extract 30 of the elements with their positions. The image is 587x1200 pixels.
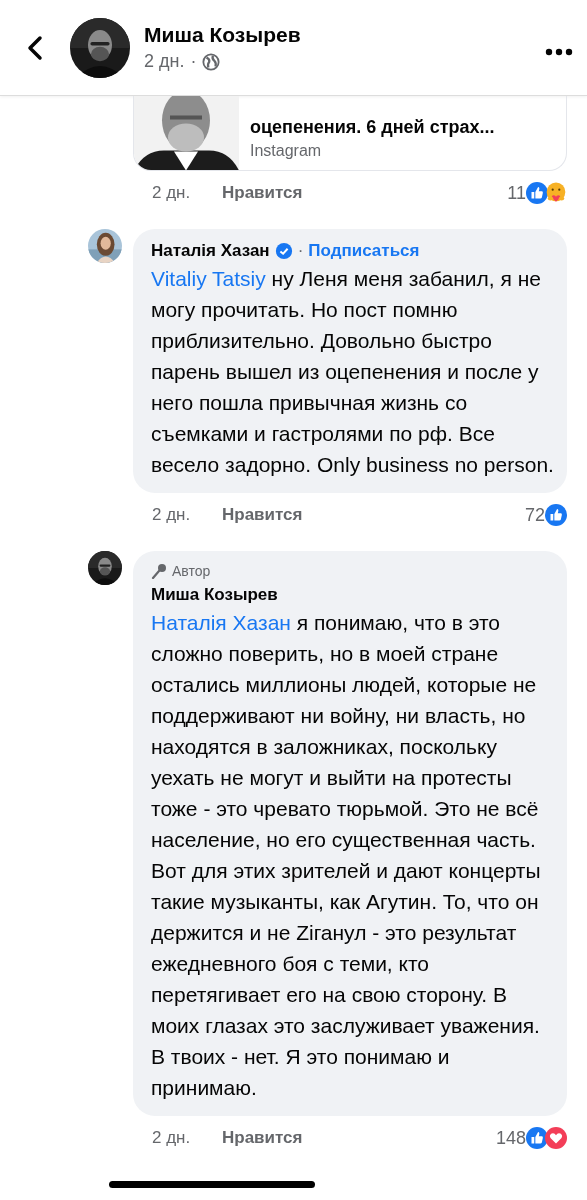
hugging-face-icon — [545, 182, 567, 204]
separator-dot: · — [297, 241, 304, 261]
link-preview-card[interactable]: оцепенения. 6 дней страх... Instagram — [133, 96, 567, 171]
comment-time: 2 дн. — [152, 505, 192, 525]
microphone-icon — [151, 563, 167, 579]
thumbs-up-icon — [526, 182, 548, 204]
post-time: 2 дн. — [144, 51, 185, 72]
separator-dot: · — [190, 51, 197, 72]
like-link[interactable]: Нравится — [222, 183, 303, 203]
mention-link[interactable]: Vitaliy Tatsiy — [151, 267, 266, 290]
thumbs-up-icon — [526, 1127, 548, 1149]
like-link[interactable]: Нравится — [222, 505, 303, 525]
mention-link[interactable]: Наталія Хазан — [151, 611, 291, 634]
author-label: Автор — [172, 563, 211, 579]
reaction-count: 72 — [524, 504, 545, 526]
comment-time: 2 дн. — [152, 183, 192, 203]
follow-link[interactable]: Подписаться — [308, 241, 420, 261]
commenter-name[interactable]: Наталія Хазан — [151, 241, 270, 261]
comment-text: Vitaliy Tatsiy ну Леня меня забанил, я не могу прочитать. Но пост помню приблизительно. Довольно быстро парень вышел из оцепенения и после у него пошла привычная жизнь со съемками и гастролями по рф. Все весело задорно. Only business no person. — [151, 266, 555, 478]
comment-time: 2 дн. — [152, 1128, 192, 1148]
reaction-count: 148 — [495, 1127, 526, 1149]
link-title: оцепенения. 6 дней страх... — [250, 117, 495, 138]
author-name[interactable]: Миша Козырев — [144, 23, 545, 47]
reaction-count: 11 — [507, 182, 526, 204]
link-source: Instagram — [250, 142, 323, 160]
thumbs-up-icon — [545, 504, 567, 526]
like-link[interactable]: Нравится — [222, 1128, 303, 1148]
commenter-name[interactable]: Миша Козырев — [151, 585, 278, 605]
globe-icon — [202, 52, 221, 71]
comment-text: Наталія Хазан я понимаю, что в это сложно поверить, но в моей стране остались миллионы людей, которые не поддерживают ни войну, ни власть, но находятся в заложниках, поскольку уехать не могут и выйти на протесты тоже - это чревато тюрьмой. Это не всё население, но его существенная часть. Вот для этих зрителей и дают концерты такие музыканты, как Агутин. То, что он держится и не Ziганул - это результат ежедневного боя с теми, кто перетягивает его на свою сторону. В моих глазах это заслуживает уважения. В твоих - нет. Я это понимаю и принимаю. — [151, 610, 542, 1101]
